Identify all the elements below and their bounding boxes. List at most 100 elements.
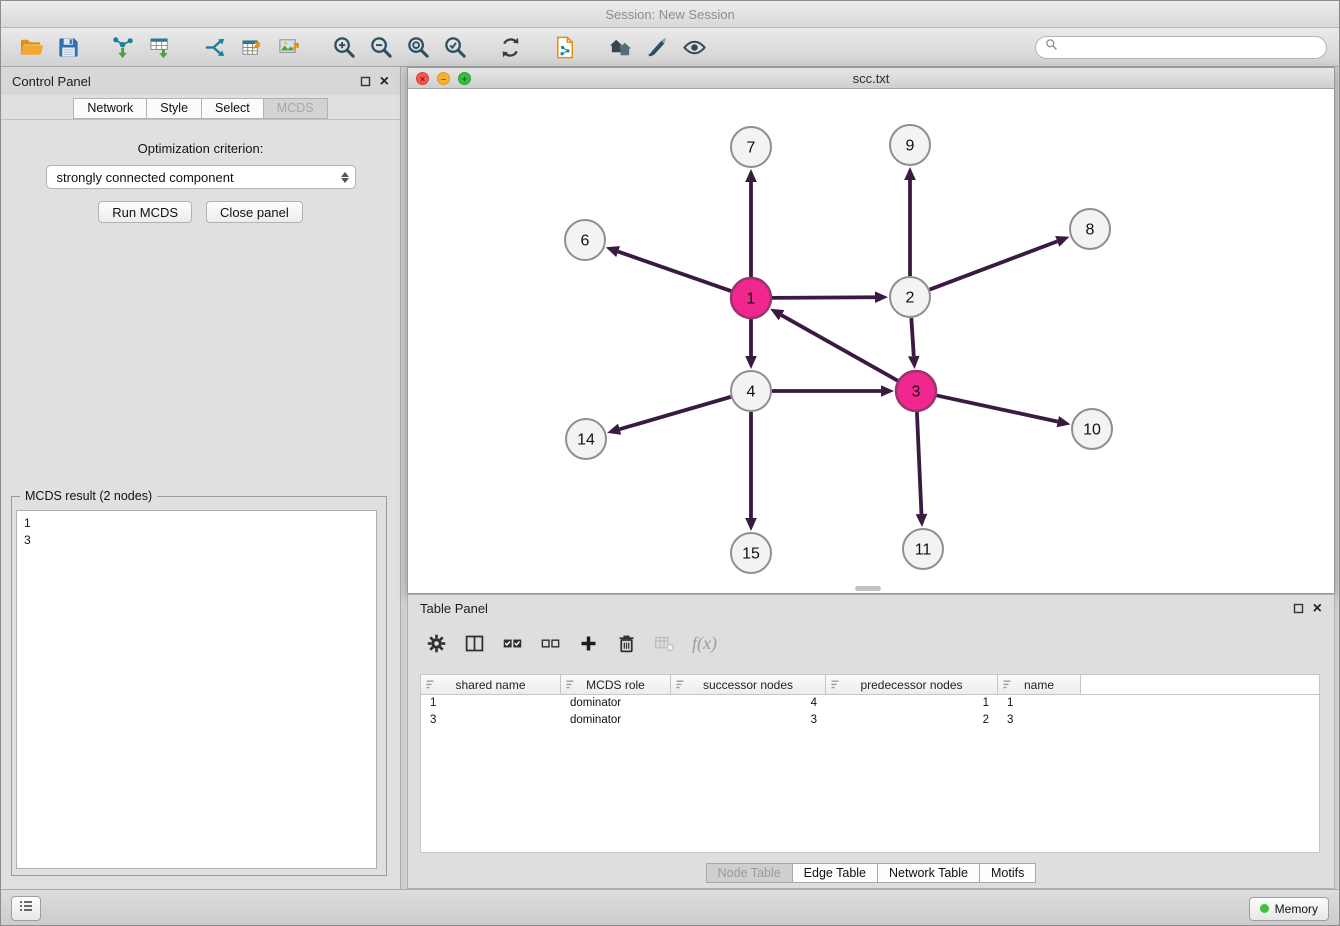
edge-2-3[interactable] bbox=[911, 318, 913, 356]
network-canvas-area[interactable]: 1 2 3 4 6 7 8 9 10 11 14 15 bbox=[408, 89, 1334, 593]
toolbar-group bbox=[547, 32, 584, 63]
maximize-window-icon[interactable]: + bbox=[458, 72, 471, 85]
edge-3-10[interactable] bbox=[937, 395, 1058, 421]
zoom-out-icon[interactable] bbox=[363, 32, 400, 63]
network-window-titlebar[interactable]: × – + scc.txt bbox=[408, 68, 1334, 89]
table-row[interactable]: 3dominator323 bbox=[421, 712, 1319, 729]
delete-row-icon[interactable] bbox=[616, 630, 637, 656]
tab-edge-table[interactable]: Edge Table bbox=[793, 863, 878, 883]
close-panel-button[interactable]: Close panel bbox=[206, 201, 303, 223]
function-builder-icon[interactable]: f(x) bbox=[692, 630, 717, 656]
sort-icon bbox=[425, 679, 435, 693]
table-cell: 3 bbox=[421, 712, 561, 729]
edge-4-14[interactable] bbox=[620, 397, 731, 429]
node-label: 15 bbox=[742, 546, 760, 563]
column-header-label: MCDS role bbox=[586, 678, 645, 692]
sort-icon bbox=[565, 679, 575, 693]
tab-network[interactable]: Network bbox=[73, 98, 147, 119]
app-titlebar: Session: New Session bbox=[1, 1, 1339, 28]
zoom-in-icon[interactable] bbox=[326, 32, 363, 63]
gear-icon[interactable] bbox=[426, 630, 447, 656]
edge-2-8[interactable] bbox=[930, 241, 1058, 289]
tab-network-table[interactable]: Network Table bbox=[878, 863, 980, 883]
tab-mcds[interactable]: MCDS bbox=[264, 98, 328, 119]
edge-3-11[interactable] bbox=[917, 412, 922, 514]
node-7[interactable]: 7 bbox=[731, 127, 771, 167]
open-folder-icon[interactable] bbox=[13, 32, 50, 63]
column-header-mcds-role[interactable]: MCDS role bbox=[561, 675, 671, 694]
zoom-selected-icon[interactable] bbox=[437, 32, 474, 63]
node-label: 2 bbox=[906, 290, 915, 307]
edge-3-1[interactable] bbox=[781, 315, 897, 381]
column-header-predecessor-nodes[interactable]: predecessor nodes bbox=[826, 675, 998, 694]
export-image-icon[interactable] bbox=[271, 32, 308, 63]
horizontal-scrollbar-thumb[interactable] bbox=[855, 586, 881, 591]
sort-icon bbox=[675, 679, 685, 693]
node-1[interactable]: 1 bbox=[731, 278, 771, 318]
criterion-dropdown[interactable]: strongly connected component bbox=[46, 165, 356, 189]
copy-network-icon[interactable] bbox=[547, 32, 584, 63]
ui-settings-button[interactable] bbox=[11, 896, 41, 921]
close-window-icon[interactable]: × bbox=[416, 72, 429, 85]
select-all-icon[interactable] bbox=[502, 630, 523, 656]
delete-table-icon[interactable] bbox=[654, 630, 675, 656]
optimization-criterion-label: Optimization criterion: bbox=[1, 141, 400, 156]
table-cell: 3 bbox=[998, 712, 1081, 729]
node-4[interactable]: 4 bbox=[731, 371, 771, 411]
import-network-icon[interactable] bbox=[105, 32, 142, 63]
node-3[interactable]: 3 bbox=[896, 371, 936, 411]
tab-node-table[interactable]: Node Table bbox=[706, 863, 793, 883]
search-box[interactable] bbox=[1035, 36, 1327, 59]
close-panel-icon[interactable]: × bbox=[380, 76, 389, 87]
column-header-label: shared name bbox=[455, 678, 525, 692]
table-row[interactable]: 1dominator411 bbox=[421, 695, 1319, 712]
zoom-fit-icon[interactable] bbox=[400, 32, 437, 63]
style-brush-icon[interactable] bbox=[639, 32, 676, 63]
unselect-all-icon[interactable] bbox=[540, 630, 561, 656]
mcds-result-title: MCDS result (2 nodes) bbox=[20, 489, 157, 503]
node-6[interactable]: 6 bbox=[565, 220, 605, 260]
save-session-icon[interactable] bbox=[50, 32, 87, 63]
mcds-result-list[interactable]: 13 bbox=[16, 510, 377, 869]
run-mcds-button[interactable]: Run MCDS bbox=[98, 201, 192, 223]
add-row-icon[interactable] bbox=[578, 630, 599, 656]
column-header-name[interactable]: name bbox=[998, 675, 1081, 694]
node-11[interactable]: 11 bbox=[903, 529, 943, 569]
node-label: 7 bbox=[747, 140, 756, 157]
import-table-icon[interactable] bbox=[142, 32, 179, 63]
search-input[interactable] bbox=[1063, 40, 1317, 54]
column-header-shared-name[interactable]: shared name bbox=[421, 675, 561, 694]
node-15[interactable]: 15 bbox=[731, 533, 771, 573]
export-network-icon[interactable] bbox=[197, 32, 234, 63]
network-graph: 1 2 3 4 6 7 8 9 10 11 14 15 bbox=[408, 89, 1334, 593]
node-9[interactable]: 9 bbox=[890, 125, 930, 165]
show-hide-icon[interactable] bbox=[676, 32, 713, 63]
node-10[interactable]: 10 bbox=[1072, 409, 1112, 449]
node-8[interactable]: 8 bbox=[1070, 209, 1110, 249]
table-cell: dominator bbox=[561, 695, 671, 712]
tab-style[interactable]: Style bbox=[147, 98, 202, 119]
toolbar-group bbox=[326, 32, 474, 63]
first-neighbors-icon[interactable] bbox=[602, 32, 639, 63]
node-2[interactable]: 2 bbox=[890, 277, 930, 317]
control-panel-title: Control Panel bbox=[12, 74, 91, 89]
tab-motifs[interactable]: Motifs bbox=[980, 863, 1036, 883]
node-14[interactable]: 14 bbox=[566, 419, 606, 459]
columns-icon[interactable] bbox=[464, 630, 485, 656]
tab-select[interactable]: Select bbox=[202, 98, 264, 119]
close-table-panel-icon[interactable]: × bbox=[1313, 603, 1322, 614]
export-table-icon[interactable] bbox=[234, 32, 271, 63]
node-label: 10 bbox=[1083, 422, 1101, 439]
refresh-icon[interactable] bbox=[492, 32, 529, 63]
float-panel-icon[interactable] bbox=[360, 76, 371, 87]
column-header-successor-nodes[interactable]: successor nodes bbox=[671, 675, 826, 694]
network-view-window: × – + scc.txt 1 2 3 4 6 7 8 9 10 11 14 15 bbox=[407, 67, 1335, 594]
control-panel-header: Control Panel × bbox=[1, 67, 400, 95]
memory-button[interactable]: Memory bbox=[1249, 897, 1329, 921]
edge-1-6[interactable] bbox=[618, 252, 731, 292]
memory-button-label: Memory bbox=[1275, 902, 1318, 916]
node-label: 1 bbox=[747, 291, 756, 308]
edge-1-2[interactable] bbox=[772, 297, 875, 298]
minimize-window-icon[interactable]: – bbox=[437, 72, 450, 85]
float-table-panel-icon[interactable] bbox=[1293, 603, 1304, 614]
